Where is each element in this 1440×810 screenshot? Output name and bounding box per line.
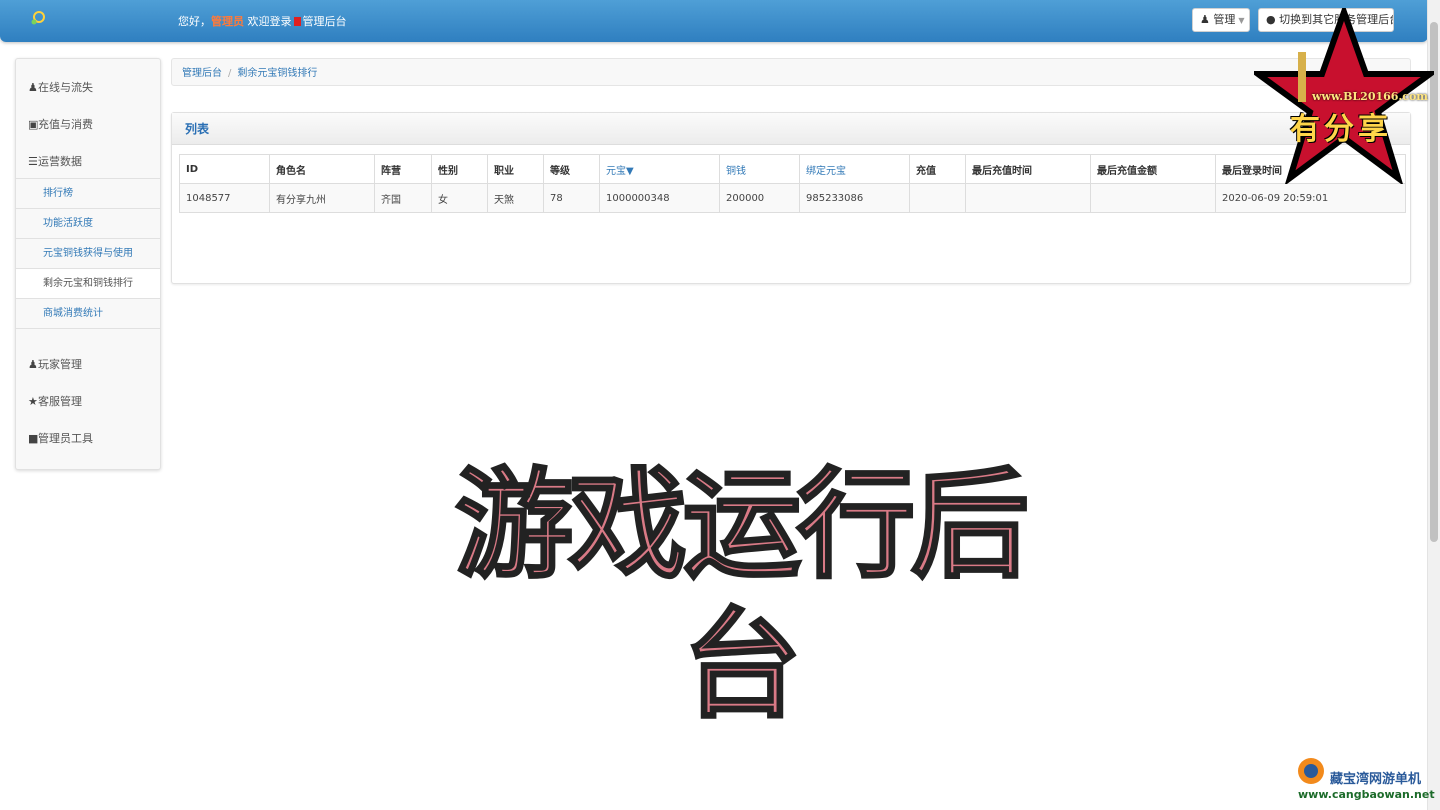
column-header: 等级 [543, 154, 600, 184]
user-icon: ♟ [28, 358, 38, 371]
column-header: 阵营 [374, 154, 432, 184]
microphone-icon [1298, 52, 1306, 102]
submenu-item-currency-usage[interactable]: 元宝铜钱获得与使用 [16, 239, 160, 269]
chess-piece-icon: ♟ [28, 81, 38, 94]
sidebar-item-label: 管理员工具 [38, 432, 93, 445]
user-role: 管理员 [211, 15, 244, 28]
ranking-table: ID 角色名 阵营 性别 职业 等级 元宝▼ 铜钱 绑定元宝 充值 最后充值时间… [179, 154, 1406, 213]
sidebar-item-label: 在线与流失 [38, 81, 93, 94]
table-row: 1048577 有分享九州 齐国 女 天煞 78 1000000348 2000… [179, 183, 1406, 213]
column-header: 最后充值时间 [965, 154, 1091, 184]
sidebar-item-support[interactable]: ★客服管理 [28, 393, 82, 409]
user-icon: ♟ [1200, 13, 1210, 26]
table-cell: 2020-06-09 20:59:01 [1215, 183, 1406, 213]
operations-submenu: 排行榜 功能活跃度 元宝铜钱获得与使用 剩余元宝和铜钱排行 商城消费统计 [16, 178, 160, 329]
table-cell: 200000 [719, 183, 800, 213]
column-header: 性别 [431, 154, 488, 184]
red-mark-icon [293, 17, 301, 26]
sort-column-header-yuanbao[interactable]: 元宝▼ [599, 154, 720, 184]
site-name: 管理后台 [302, 15, 347, 28]
table-cell: 78 [543, 183, 600, 213]
submenu-item-activity[interactable]: 功能活跃度 [16, 209, 160, 239]
sidebar-item-operations[interactable]: ☰运营数据 [28, 153, 82, 169]
app-logo-icon[interactable] [30, 10, 46, 26]
sort-column-header-bound-yuanbao[interactable]: 绑定元宝 [799, 154, 910, 184]
table-cell: 天煞 [487, 183, 544, 213]
table-cell [1090, 183, 1216, 213]
table-cell: 985233086 [799, 183, 910, 213]
breadcrumb: 管理后台 / 剩余元宝铜钱排行 [171, 58, 1411, 86]
table-cell: 1000000348 [599, 183, 720, 213]
welcome-text: 欢迎登录 [247, 15, 292, 28]
watermark-site-url: www.cangbaowan.net [1298, 788, 1435, 801]
breadcrumb-current[interactable]: 剩余元宝铜钱排行 [237, 68, 317, 79]
sidebar-item-label: 运营数据 [38, 155, 82, 168]
submenu-item-shop-stats[interactable]: 商城消费统计 [16, 299, 160, 329]
sidebar-item-admin-tools[interactable]: ■管理员工具 [28, 430, 93, 446]
sidebar-item-players[interactable]: ♟玩家管理 [28, 356, 82, 372]
table-cell: 女 [431, 183, 488, 213]
caret-down-icon: ▼ [1238, 16, 1245, 25]
table-cell: 1048577 [179, 183, 270, 213]
sort-column-header-copper[interactable]: 铜钱 [719, 154, 800, 184]
breadcrumb-separator: / [228, 68, 232, 79]
manage-label: 管理 [1213, 13, 1236, 26]
column-header: 充值 [909, 154, 966, 184]
column-header: ID [179, 154, 270, 184]
column-header: 最后充值金额 [1090, 154, 1216, 184]
list-panel: 列表 ID 角色名 阵营 性别 职业 等级 元宝▼ 铜钱 绑定元宝 充值 最后充… [171, 112, 1411, 284]
table-cell: 有分享九州 [269, 183, 375, 213]
lock-icon: ■ [28, 432, 39, 445]
overlay-title: 游戏运行后台 [453, 455, 1030, 736]
sidebar-item-label: 玩家管理 [38, 358, 82, 371]
sidebar-item-recharge[interactable]: ▣充值与消费 [28, 116, 93, 132]
top-navbar: 您好，管理员 欢迎登录管理后台 ♟ 管理▼ ● 切换到其它服务管理后台▼ [0, 0, 1428, 42]
star-icon: ★ [28, 395, 38, 408]
table-cell [909, 183, 966, 213]
sidebar-item-online[interactable]: ♟在线与流失 [28, 79, 93, 95]
watermark-site-cn: 藏宝湾网游单机 [1330, 772, 1422, 787]
greeting-text: 您好，管理员 欢迎登录 管理后台 [178, 13, 347, 29]
list-icon: ☰ [28, 155, 38, 168]
column-header: 职业 [487, 154, 544, 184]
cart-icon: ▣ [28, 118, 39, 131]
sidebar-item-label: 客服管理 [38, 395, 82, 408]
greeting-prefix: 您好， [178, 15, 211, 28]
sidebar-item-label: 充值与消费 [38, 118, 93, 131]
column-header: 角色名 [269, 154, 375, 184]
table-cell: 齐国 [374, 183, 432, 213]
cangbaowan-logo-icon [1298, 758, 1324, 784]
panel-title: 列表 [172, 113, 1410, 145]
submenu-item-currency-ranking[interactable]: 剩余元宝和铜钱排行 [16, 269, 160, 299]
breadcrumb-root-link[interactable]: 管理后台 [182, 68, 222, 79]
submenu-item-ranking[interactable]: 排行榜 [16, 179, 160, 209]
table-header-row: ID 角色名 阵营 性别 职业 等级 元宝▼ 铜钱 绑定元宝 充值 最后充值时间… [179, 154, 1406, 184]
table-cell [965, 183, 1091, 213]
manage-dropdown-button[interactable]: ♟ 管理 ▼ [1192, 8, 1250, 32]
watermark-brand: 有分享 [1290, 112, 1392, 147]
watermark-url: www.BL20166.com [1312, 90, 1428, 103]
sidebar: ♟在线与流失 ▣充值与消费 ☰运营数据 排行榜 功能活跃度 元宝铜钱获得与使用 … [15, 58, 161, 470]
